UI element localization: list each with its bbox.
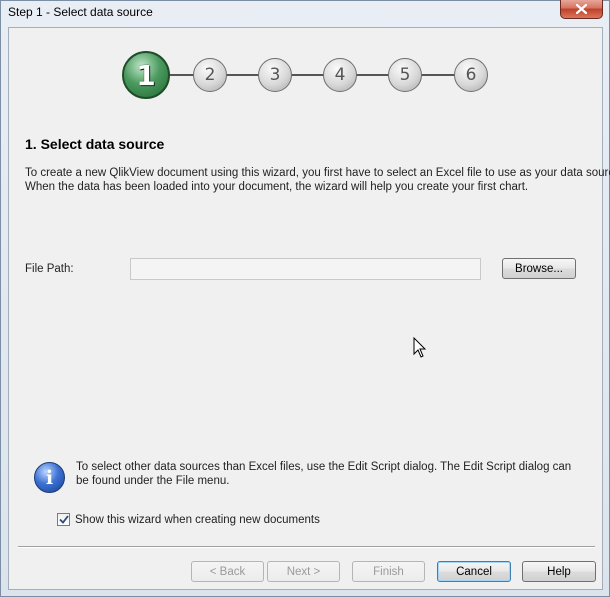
- intro-line-2: When the data has been loaded into your …: [25, 181, 529, 193]
- file-path-label: File Path:: [25, 263, 74, 275]
- step-indicator: 1 2 3 4 5 6: [9, 28, 604, 128]
- window-title: Step 1 - Select data source: [8, 5, 153, 19]
- next-button[interactable]: Next >: [267, 561, 340, 582]
- file-path-input[interactable]: [130, 258, 481, 280]
- close-button[interactable]: [560, 0, 603, 19]
- mouse-pointer-icon: [413, 337, 427, 358]
- step-6: 6: [454, 58, 488, 92]
- cancel-button[interactable]: Cancel: [437, 561, 511, 582]
- wizard-content: 1 2 3 4 5 6 1. Select data source To cre…: [8, 27, 610, 590]
- info-text: To select other data sources than Excel …: [76, 461, 572, 487]
- browse-button[interactable]: Browse...: [502, 258, 576, 279]
- finish-button[interactable]: Finish: [352, 561, 425, 582]
- footer-divider: [18, 546, 595, 548]
- checkmark-icon: [58, 515, 69, 524]
- section-title: 1. Select data source: [25, 136, 165, 152]
- show-wizard-checkbox[interactable]: [57, 513, 70, 526]
- intro-line-1: To create a new QlikView document using …: [25, 167, 610, 179]
- step-2: 2: [193, 58, 227, 92]
- help-button[interactable]: Help: [522, 561, 596, 582]
- info-icon: i: [34, 462, 65, 493]
- close-icon: [576, 4, 587, 14]
- title-bar[interactable]: Step 1 - Select data source: [1, 0, 609, 27]
- step-5: 5: [388, 58, 422, 92]
- show-wizard-option[interactable]: Show this wizard when creating new docum…: [57, 513, 320, 526]
- wizard-window: Step 1 - Select data source 1 2 3 4 5 6 …: [0, 0, 610, 597]
- intro-text: To create a new QlikView document using …: [25, 166, 610, 194]
- show-wizard-label: Show this wizard when creating new docum…: [75, 513, 320, 526]
- back-button[interactable]: < Back: [191, 561, 264, 582]
- step-3: 3: [258, 58, 292, 92]
- step-1: 1: [122, 51, 170, 99]
- step-4: 4: [323, 58, 357, 92]
